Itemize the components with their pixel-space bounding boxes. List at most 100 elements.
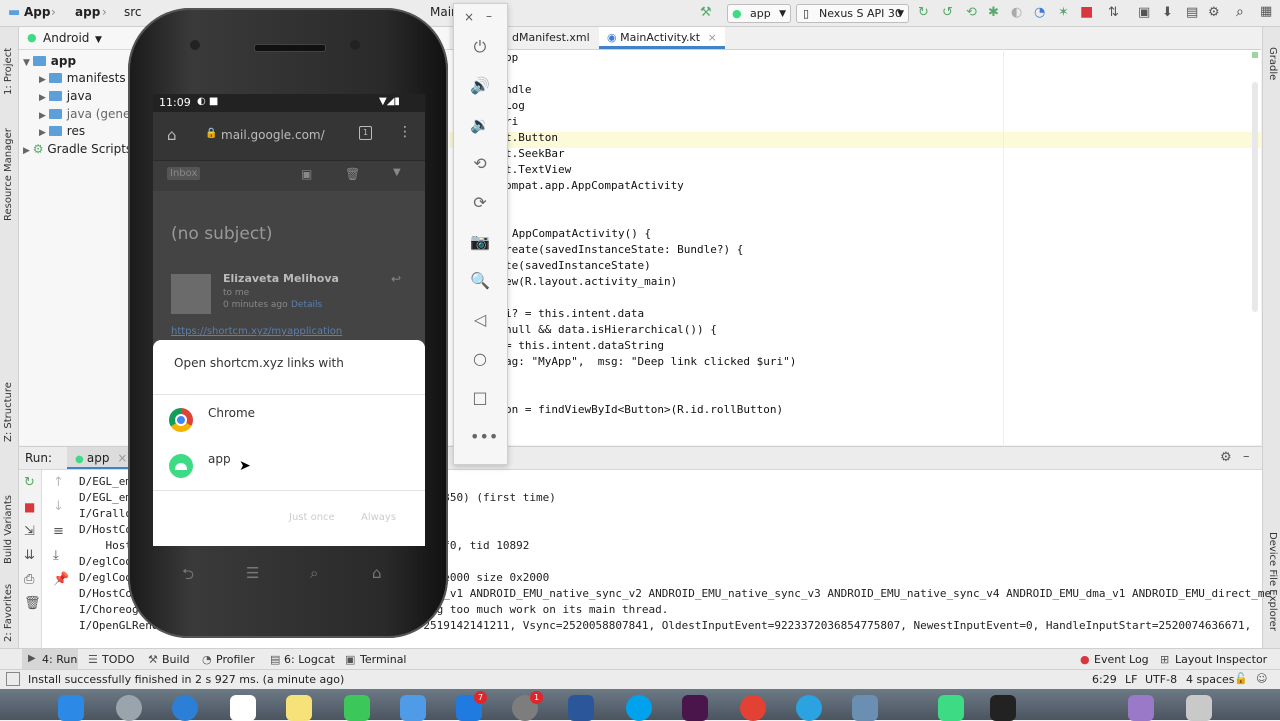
chrome-icon[interactable] bbox=[740, 695, 766, 721]
preview-icon[interactable] bbox=[400, 695, 426, 721]
minimize-icon[interactable]: – bbox=[486, 9, 492, 23]
home-icon[interactable]: ⌂ bbox=[167, 126, 177, 144]
stop-icon[interactable]: ■ bbox=[24, 500, 35, 514]
email-link[interactable]: https://shortcm.xyz/myapplication bbox=[171, 326, 342, 337]
url-bar[interactable]: 🔒 mail.google.com/ bbox=[205, 122, 355, 148]
debug-icon[interactable]: ✱ bbox=[988, 6, 999, 20]
app-store-icon[interactable]: 7 bbox=[456, 691, 487, 721]
word-icon[interactable] bbox=[568, 695, 594, 721]
reply-icon[interactable]: ↩ bbox=[391, 272, 401, 286]
option-chrome[interactable]: Chrome bbox=[153, 398, 425, 442]
arrow-down-icon[interactable]: ↓ bbox=[53, 500, 64, 514]
hammer-icon[interactable]: ⚒ bbox=[700, 6, 712, 20]
avd-manager-icon[interactable]: ▣ bbox=[1138, 6, 1150, 20]
always-button[interactable]: Always bbox=[361, 512, 396, 523]
scroll-to-end-icon[interactable]: ⤓ bbox=[53, 549, 59, 563]
terminal-icon[interactable] bbox=[990, 695, 1016, 721]
more-icon[interactable]: ••• bbox=[470, 427, 498, 447]
tab-main-activity[interactable]: ◉ MainActivity.kt × bbox=[599, 27, 725, 49]
details-link[interactable]: Details bbox=[291, 300, 322, 310]
run-tab-app[interactable]: ● app × bbox=[67, 447, 136, 469]
option-app[interactable]: app ➤ bbox=[153, 444, 425, 488]
launchpad-icon[interactable] bbox=[116, 695, 142, 721]
indent-setting[interactable]: 4 spaces bbox=[1186, 673, 1235, 686]
back-icon[interactable]: ⮌ bbox=[182, 564, 194, 589]
rotate-right-icon[interactable]: ⟳ bbox=[470, 193, 490, 213]
image-capture-icon[interactable] bbox=[852, 695, 878, 721]
tab-android-manifest[interactable]: dManifest.xml bbox=[504, 27, 598, 49]
tool-tab-terminal[interactable]: Terminal bbox=[360, 653, 407, 666]
kebab-menu-icon[interactable]: ⋮ bbox=[398, 124, 412, 140]
power-icon[interactable]: ⏻ bbox=[470, 37, 490, 57]
calendar-icon[interactable] bbox=[230, 695, 256, 721]
arrow-up-icon[interactable]: ↑ bbox=[53, 476, 64, 490]
tool-tab-logcat[interactable]: 6: Logcat bbox=[284, 653, 335, 666]
home-icon[interactable]: ⌂ bbox=[372, 564, 382, 582]
archive-icon[interactable]: ▣ bbox=[301, 167, 312, 181]
apply-changes-icon[interactable]: ↺ bbox=[942, 6, 953, 20]
folder-stack-icon[interactable] bbox=[1128, 695, 1154, 721]
volume-down-icon[interactable]: 🔉 bbox=[470, 115, 490, 135]
toggle-tool-windows-icon[interactable] bbox=[6, 672, 20, 686]
run-configuration-dropdown[interactable]: ● app ▼ bbox=[727, 4, 791, 23]
trash-icon[interactable] bbox=[1186, 695, 1212, 721]
telegram-icon[interactable] bbox=[796, 695, 822, 721]
build-variants-tool-tab[interactable]: Build Variants bbox=[3, 474, 14, 564]
tab-count[interactable]: 1 bbox=[359, 126, 372, 140]
breadcrumb-module[interactable]: app bbox=[75, 5, 100, 19]
facetime-icon[interactable] bbox=[344, 695, 370, 721]
just-once-button[interactable]: Just once bbox=[289, 512, 335, 523]
safari-icon[interactable] bbox=[172, 695, 198, 721]
rotate-left-icon[interactable]: ⟲ bbox=[470, 154, 490, 174]
search-icon[interactable]: ⌕ bbox=[310, 564, 318, 582]
coverage-icon[interactable]: ◐ bbox=[1011, 6, 1022, 20]
camera-icon[interactable]: 📷 bbox=[470, 232, 490, 252]
zoom-icon[interactable]: 🔍 bbox=[470, 271, 490, 291]
notes-icon[interactable] bbox=[286, 695, 312, 721]
file-encoding[interactable]: UTF-8 bbox=[1145, 673, 1177, 686]
close-icon[interactable]: × bbox=[464, 10, 474, 24]
gear-icon[interactable]: ⚙ bbox=[1220, 451, 1232, 465]
tool-tab-build[interactable]: Build bbox=[162, 653, 190, 666]
tree-item-res[interactable]: ▶ res bbox=[39, 124, 85, 138]
sync-icon[interactable]: ⇅ bbox=[1108, 6, 1119, 20]
close-icon[interactable]: × bbox=[708, 31, 717, 44]
soft-wrap-icon[interactable]: ≡ bbox=[53, 525, 64, 539]
slack-icon[interactable] bbox=[682, 695, 708, 721]
tree-item-app[interactable]: ▼ app bbox=[23, 54, 76, 68]
sdk-manager-icon[interactable]: ⬇ bbox=[1162, 6, 1173, 20]
tree-item-java[interactable]: ▶ java bbox=[39, 89, 92, 103]
project-view-selector[interactable]: Android bbox=[43, 31, 89, 45]
tool-tab-layout-inspector[interactable]: Layout Inspector bbox=[1175, 653, 1267, 666]
minimize-icon[interactable]: – bbox=[1243, 450, 1250, 464]
tree-item-java-generated[interactable]: ▶ java (gener bbox=[39, 107, 135, 121]
tree-item-gradle-scripts[interactable]: ▶ ⚙ Gradle Scripts bbox=[23, 142, 132, 156]
print-icon[interactable]: ⎙ bbox=[24, 573, 34, 587]
caret-position[interactable]: 6:29 bbox=[1092, 673, 1117, 686]
tool-tab-profiler[interactable]: Profiler bbox=[216, 653, 255, 666]
trash-icon[interactable]: 🗑 bbox=[345, 167, 360, 181]
breadcrumb-folder[interactable]: src bbox=[124, 5, 142, 19]
lock-icon[interactable]: 🔓 bbox=[1234, 672, 1248, 685]
rerun-icon[interactable]: ↻ bbox=[24, 476, 35, 490]
scroll-end-icon[interactable]: ⇊ bbox=[24, 549, 35, 563]
code-editor[interactable]: dManifest.xml ◉ MainActivity.kt × pp ndle… bbox=[449, 27, 1261, 445]
editor-scrollbar[interactable] bbox=[1252, 82, 1258, 312]
favorites-tool-tab[interactable]: 2: Favorites bbox=[3, 572, 14, 642]
wrap-icon[interactable]: ⇲ bbox=[24, 525, 35, 539]
device-dropdown[interactable]: ▯ Nexus S API 30 ▼ bbox=[796, 4, 909, 23]
search-icon[interactable]: ⌕ bbox=[1236, 5, 1244, 19]
menu-icon[interactable]: ☰ bbox=[246, 564, 259, 582]
close-icon[interactable]: × bbox=[117, 451, 127, 465]
attach-debugger-icon[interactable]: ✶ bbox=[1058, 6, 1069, 20]
profiler-icon[interactable]: ◔ bbox=[1034, 6, 1045, 20]
tool-tab-todo[interactable]: TODO bbox=[102, 653, 135, 666]
volume-up-icon[interactable]: 🔊 bbox=[470, 76, 490, 96]
line-separator[interactable]: LF bbox=[1125, 673, 1137, 686]
stop-icon[interactable]: ■ bbox=[1080, 5, 1093, 19]
project-tool-tab[interactable]: 1: Project bbox=[3, 35, 14, 95]
apply-code-changes-icon[interactable]: ⟲ bbox=[966, 6, 977, 20]
back-icon[interactable]: ◁ bbox=[470, 310, 490, 330]
rerun-icon[interactable]: ↻ bbox=[918, 6, 929, 20]
tool-tab-run[interactable]: 4: Run bbox=[42, 653, 77, 666]
